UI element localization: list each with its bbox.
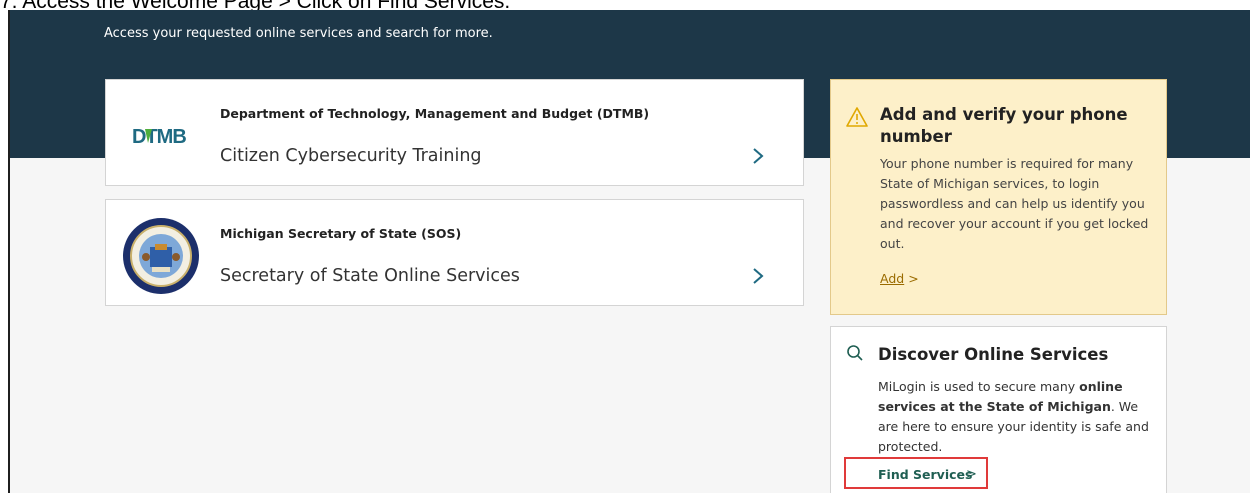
chevron-right-icon: > <box>908 271 919 286</box>
find-services-label: Find Services <box>878 467 973 482</box>
service-card-sos[interactable]: Michigan Secretary of State (SOS) Secret… <box>105 199 804 306</box>
service-card-dtmb[interactable]: DTMB Department of Technology, Managemen… <box>105 79 804 186</box>
michigan-seal-icon <box>122 217 200 299</box>
discover-services-card: Discover Online Services MiLogin is used… <box>830 326 1167 493</box>
chevron-right-icon: > <box>966 467 977 482</box>
add-link-label: Add <box>880 271 905 286</box>
find-services-link[interactable]: Find Services > <box>844 457 988 489</box>
phone-card-body: Your phone number is required for many S… <box>880 156 1149 251</box>
chevron-right-icon[interactable] <box>746 264 770 288</box>
phone-verification-card: Add and verify your phone number Your ph… <box>830 79 1167 315</box>
service-name: Citizen Cybersecurity Training <box>220 146 482 166</box>
phone-card-title: Add and verify your phone number <box>880 105 1128 146</box>
service-department: Michigan Secretary of State (SOS) <box>220 226 462 241</box>
welcome-page: Access your requested online services an… <box>8 10 1250 493</box>
service-department: Department of Technology, Management and… <box>220 106 650 121</box>
service-name: Secretary of State Online Services <box>220 266 520 286</box>
svg-text:DTMB: DTMB <box>132 126 186 146</box>
hero-subtitle: Access your requested online services an… <box>104 26 493 41</box>
chevron-right-icon[interactable] <box>746 144 770 168</box>
dtmb-logo: DTMB <box>132 126 194 150</box>
add-phone-link[interactable]: Add > <box>880 271 919 286</box>
discover-card-title: Discover Online Services <box>878 345 1109 364</box>
warning-icon <box>846 107 868 127</box>
discover-card-body: MiLogin is used to secure many online se… <box>878 379 1149 454</box>
search-icon <box>847 345 863 361</box>
